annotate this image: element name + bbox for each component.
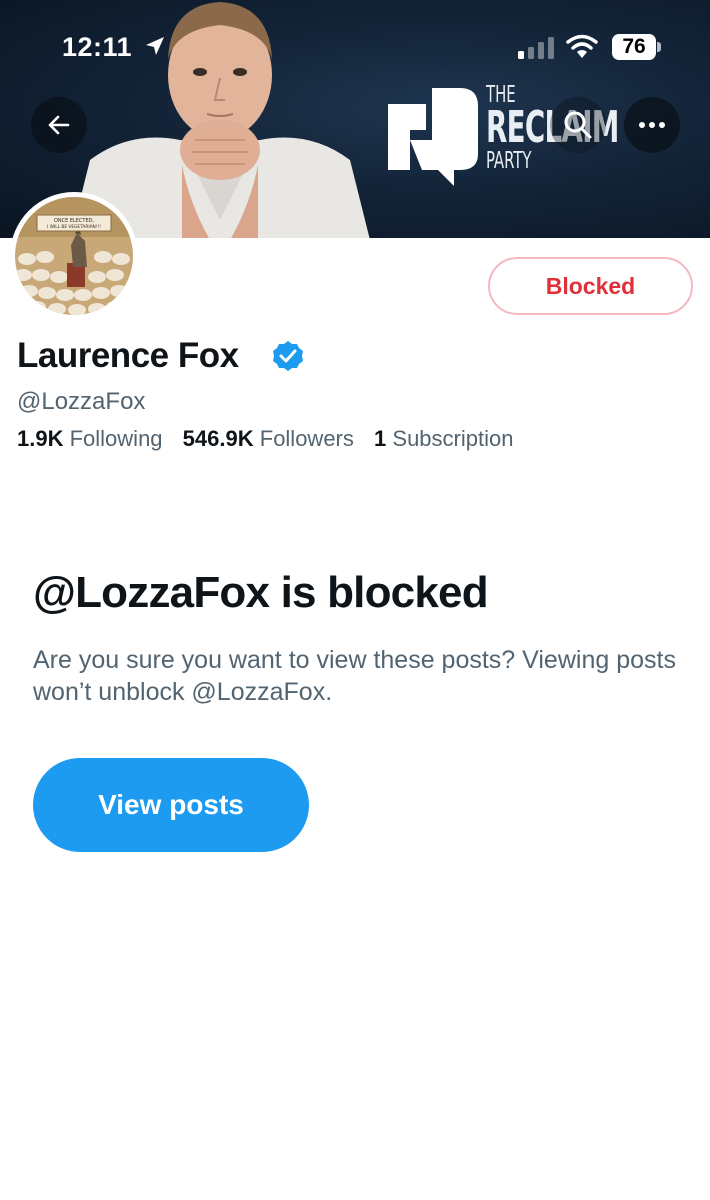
avatar-image: ONCE ELECTED, I WILL BE VEGETARIAN!!! [15,197,133,315]
followers-count: 546.9K [182,426,254,451]
view-posts-label: View posts [98,789,244,820]
svg-text:I WILL BE VEGETARIAN!!!: I WILL BE VEGETARIAN!!! [47,224,101,230]
blocked-button-label: Blocked [545,272,636,299]
cellular-signal-icon [518,37,554,59]
view-posts-button[interactable]: View posts [33,758,309,852]
arrow-left-icon [48,115,70,135]
more-options-button[interactable] [624,97,680,153]
blocked-button[interactable]: Blocked [488,257,693,315]
verified-badge-icon[interactable] [272,340,304,372]
more-dots-icon [639,122,665,128]
wifi-icon [566,34,598,58]
user-handle: @LozzaFox [17,388,146,415]
following-count: 1.9K [17,426,64,451]
battery-indicator: 76 [612,34,662,60]
status-time: 12:11 [62,32,133,62]
location-arrow-icon [146,37,164,55]
reclaim-logo-mark [388,88,478,186]
following-stat[interactable]: 1.9K Following [17,426,163,452]
subscription-count: 1 [374,426,387,451]
subscription-label: Subscription [392,426,514,451]
svg-text:ONCE ELECTED,: ONCE ELECTED, [54,218,95,224]
display-name: Laurence Fox [17,336,239,375]
logo-text-party: PARTY [486,148,532,174]
back-button[interactable] [31,97,87,153]
avatar[interactable]: ONCE ELECTED, I WILL BE VEGETARIAN!!! [10,192,138,320]
blocked-notice-title: @LozzaFox is blocked [33,568,489,617]
avatar-illustration: ONCE ELECTED, I WILL BE VEGETARIAN!!! [15,197,133,315]
profile-stats: 1.9K Following 546.9K Followers 1 Subscr… [17,426,527,452]
following-label: Following [69,426,163,451]
search-button[interactable] [550,97,606,153]
battery-level: 76 [622,35,646,58]
blocked-notice-description: Are you sure you want to view these post… [33,646,676,706]
subscription-stat[interactable]: 1 Subscription [374,426,513,452]
followers-label: Followers [259,426,354,451]
followers-stat[interactable]: 546.9K Followers [183,426,354,452]
search-icon [564,111,592,139]
